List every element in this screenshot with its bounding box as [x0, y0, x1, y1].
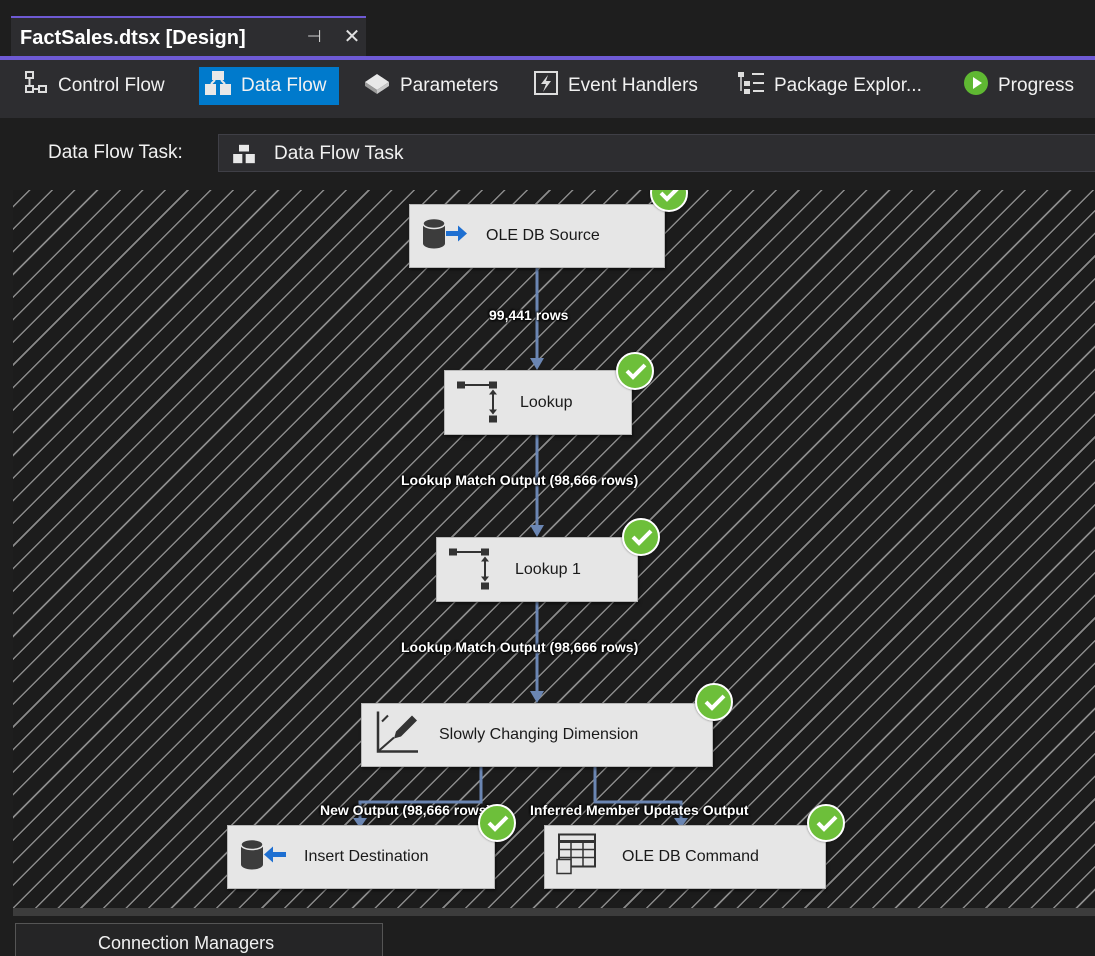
connection-managers-tray: Connection Managers: [0, 916, 1095, 956]
lookup-icon: [447, 542, 493, 597]
tab-progress[interactable]: Progress: [962, 67, 1074, 105]
tab-parameters[interactable]: Parameters: [362, 67, 498, 105]
tab-control-flow[interactable]: Control Flow: [22, 67, 165, 105]
path-label-scd-new-output[interactable]: New Output (98,666 rows): [320, 802, 491, 818]
component-lookup-1[interactable]: Lookup 1: [436, 537, 638, 602]
path-label-scd-inferred-output[interactable]: Inferred Member Updates Output: [530, 802, 749, 818]
document-tab[interactable]: FactSales.dtsx [Design] ⊣ ✕: [11, 16, 366, 56]
task-selector-dropdown[interactable]: Data Flow Task: [218, 134, 1095, 172]
component-label: OLE DB Command: [622, 848, 759, 865]
document-tab-title: FactSales.dtsx [Design]: [20, 27, 246, 49]
component-label: Lookup: [520, 393, 573, 411]
data-flow-task-icon: [231, 144, 257, 164]
success-check-icon: [695, 683, 733, 721]
tab-data-flow[interactable]: Data Flow: [199, 67, 339, 105]
document-tab-strip: FactSales.dtsx [Design] ⊣ ✕: [0, 0, 1095, 60]
connection-managers-label: Connection Managers: [98, 933, 275, 953]
task-selector-row: Data Flow Task: Data Flow Task: [0, 118, 1095, 188]
ole-db-source-icon: [418, 215, 470, 258]
task-selector-label: Data Flow Task:: [48, 142, 183, 163]
success-check-icon: [616, 352, 654, 390]
tab-label: Data Flow: [241, 75, 327, 96]
lookup-icon: [455, 375, 501, 430]
ole-db-command-icon: [555, 832, 601, 883]
tray-splitter[interactable]: [13, 908, 1095, 916]
success-check-icon: [478, 804, 516, 842]
task-selector-value: Data Flow Task: [274, 143, 404, 164]
component-label: Slowly Changing Dimension: [439, 726, 639, 743]
event-handlers-icon: [532, 69, 560, 103]
progress-icon: [962, 69, 990, 103]
data-flow-icon: [203, 69, 233, 103]
component-lookup[interactable]: Lookup: [444, 370, 632, 435]
tab-label: Control Flow: [58, 75, 165, 96]
path-label-lookup1-to-scd[interactable]: Lookup Match Output (98,666 rows): [401, 639, 638, 655]
ole-db-destination-icon: [236, 836, 288, 879]
component-ole-db-source[interactable]: OLE DB Source: [409, 204, 665, 268]
tab-label: Event Handlers: [568, 75, 698, 96]
path-label-lookup-to-lookup1[interactable]: Lookup Match Output (98,666 rows): [401, 472, 638, 488]
path-label-source-to-lookup[interactable]: 99,441 rows: [489, 307, 568, 323]
parameters-icon: [362, 70, 392, 102]
close-icon[interactable]: ✕: [340, 25, 364, 49]
component-label: Insert Destination: [304, 848, 429, 865]
tab-package-explorer[interactable]: Package Explor...: [736, 67, 922, 105]
component-ole-db-command[interactable]: OLE DB Command: [544, 825, 826, 889]
tab-label: Parameters: [400, 75, 499, 96]
package-explorer-icon: [736, 69, 766, 103]
tab-label: Progress: [998, 75, 1075, 96]
data-flow-canvas[interactable]: 99,441 rows Lookup Match Output (98,666 …: [13, 190, 1095, 908]
pin-icon[interactable]: ⊣: [303, 26, 325, 48]
success-check-icon: [807, 804, 845, 842]
tab-event-handlers[interactable]: Event Handlers: [532, 67, 698, 105]
connection-managers-tab[interactable]: Connection Managers: [15, 923, 383, 956]
component-label: OLE DB Source: [486, 227, 600, 244]
success-check-icon: [622, 518, 660, 556]
designer-tab-bar: Control Flow Data Flow Parameters Event …: [0, 60, 1095, 118]
component-insert-destination[interactable]: Insert Destination: [227, 825, 495, 889]
slowly-changing-dimension-icon: [372, 708, 422, 763]
tab-label: Package Explor...: [774, 75, 922, 96]
control-flow-icon: [22, 69, 50, 103]
component-label: Lookup 1: [515, 560, 581, 578]
component-slowly-changing-dimension[interactable]: Slowly Changing Dimension: [361, 703, 713, 767]
